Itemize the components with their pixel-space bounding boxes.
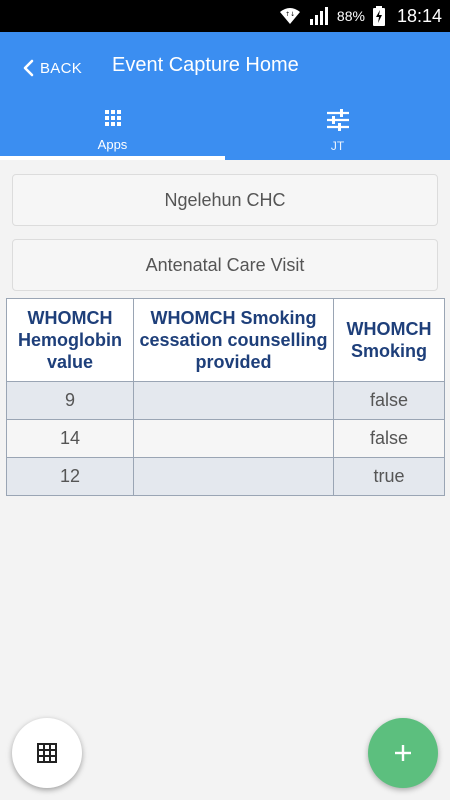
tab-jt-label: JT [330, 139, 345, 153]
battery-charging-icon [372, 6, 385, 26]
svg-text:↑↓: ↑↓ [285, 11, 295, 18]
table-cell [133, 457, 334, 496]
back-button[interactable]: BACK [22, 56, 82, 80]
org-unit-selector[interactable]: Ngelehun CHC [12, 174, 438, 226]
battery-percent: 88% [336, 8, 365, 24]
app-bar: BACK Event Capture Home Apps JT [0, 32, 450, 160]
status-icons: ↑↓ 88% 18:14 [279, 0, 442, 32]
table-cell [133, 381, 334, 420]
table-cell: 12 [6, 457, 134, 496]
table-grid-icon [37, 743, 57, 763]
table-header-row: WHOMCH Hemoglobin value WHOMCH Smoking c… [6, 298, 445, 382]
apps-grid-icon [104, 109, 122, 127]
table-cell: 9 [6, 381, 134, 420]
org-unit-value: Ngelehun CHC [164, 189, 286, 210]
status-bar: ↑↓ 88% 18:14 [0, 0, 450, 32]
table-cell: true [333, 457, 445, 496]
tab-apps-label: Apps [97, 137, 128, 152]
chevron-left-icon [22, 59, 34, 77]
column-header-hemoglobin: WHOMCH Hemoglobin value [6, 298, 134, 382]
column-header-smoking: WHOMCH Smoking [333, 298, 445, 382]
plus-icon [393, 743, 413, 763]
table-cell: false [333, 381, 445, 420]
column-header-smoking-counselling: WHOMCH Smoking cessation counselling pro… [133, 298, 334, 382]
table-row[interactable]: 12 true [6, 457, 445, 496]
events-table: WHOMCH Hemoglobin value WHOMCH Smoking c… [6, 298, 445, 496]
table-view-button[interactable] [12, 718, 82, 788]
clock: 18:14 [396, 5, 442, 26]
table-cell [133, 419, 334, 458]
wifi-icon: ↑↓ [279, 7, 301, 25]
add-event-button[interactable] [368, 718, 438, 788]
program-selector[interactable]: Antenatal Care Visit [12, 239, 438, 291]
table-row[interactable]: 14 false [6, 419, 445, 458]
table-row[interactable]: 9 false [6, 381, 445, 420]
program-value: Antenatal Care Visit [145, 254, 305, 275]
table-cell: false [333, 419, 445, 458]
sliders-icon [326, 109, 350, 131]
tab-active-indicator [0, 156, 225, 160]
page-title: Event Capture Home [112, 54, 299, 76]
tab-jt[interactable]: JT [225, 104, 450, 160]
back-label: BACK [40, 59, 83, 77]
signal-icon [309, 7, 329, 25]
tab-apps[interactable]: Apps [0, 104, 225, 160]
table-cell: 14 [6, 419, 134, 458]
